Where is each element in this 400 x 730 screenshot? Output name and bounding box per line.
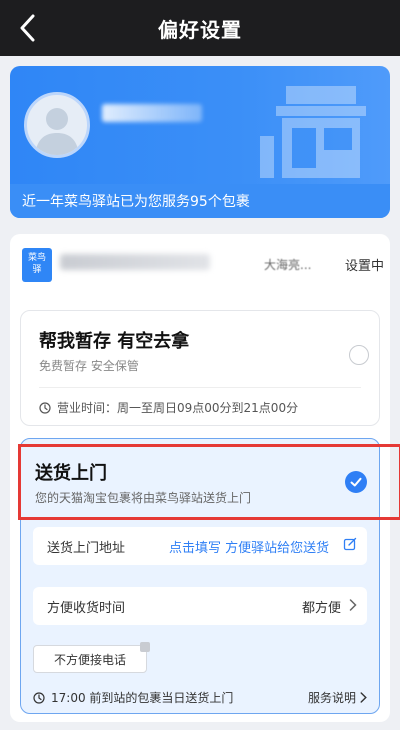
chip-label: 不方便接电话 <box>53 652 126 667</box>
phone-inconvenient-chip[interactable]: 不方便接电话 <box>33 642 150 673</box>
delivery-time-value: 都方便 <box>301 601 341 616</box>
chevron-left-icon <box>20 14 35 42</box>
clock-icon <box>39 401 51 414</box>
user-silhouette-icon <box>35 108 79 155</box>
station-logo-text: 菜鸟驿 <box>27 253 46 275</box>
business-hours: 营业时间：周一至周日09点00分到21点00分 <box>39 399 298 416</box>
radio-unselected[interactable] <box>349 345 369 365</box>
same-day-note-text: 17:00 前到站的包裹当日送货上门 <box>51 691 234 705</box>
station-address: 大海亮... <box>264 258 312 272</box>
station-name-redacted <box>60 254 210 270</box>
same-day-note: 17:00 前到站的包裹当日送货上门 <box>33 689 233 706</box>
fill-address-link[interactable]: 点击填写 方便驿站给您送货 <box>169 537 329 556</box>
edit-icon[interactable] <box>343 537 357 551</box>
radio-selected[interactable] <box>345 471 367 493</box>
field-label: 方便收货时间 <box>47 601 126 616</box>
page-title: 偏好设置 <box>158 17 242 42</box>
option-subtitle: 您的天猫淘宝包裹将由菜鸟驿站送货上门 <box>35 491 252 505</box>
username-redacted <box>102 104 202 122</box>
field-label: 送货上门地址 <box>47 541 126 556</box>
station-row[interactable]: 菜鸟驿 大海亮... 设置中 <box>10 234 390 292</box>
preference-card: 菜鸟驿 大海亮... 设置中 帮我暂存 有空去拿 免费暂存 安全保管 营业时间：… <box>10 234 390 722</box>
chevron-right-icon <box>349 599 357 611</box>
divider <box>39 387 361 388</box>
top-bar: 偏好设置 <box>0 0 400 56</box>
service-info-link[interactable]: 服务说明 <box>308 689 367 706</box>
station-building-icon <box>260 86 366 178</box>
station-setting-status: 设置中 <box>344 259 384 274</box>
check-icon <box>350 477 362 487</box>
service-summary-bar: 近一年菜鸟驿站已为您服务95个包裹 <box>10 184 390 218</box>
business-hours-text: 营业时间：周一至周日09点00分到21点00分 <box>57 401 299 415</box>
avatar[interactable] <box>24 92 90 158</box>
option-title: 帮我暂存 有空去拿 <box>39 331 190 352</box>
service-summary: 近一年菜鸟驿站已为您服务95个包裹 <box>22 194 250 210</box>
option-subtitle: 免费暂存 安全保管 <box>39 359 139 373</box>
station-logo: 菜鸟驿 <box>22 248 52 282</box>
service-info-label: 服务说明 <box>307 691 356 705</box>
clock-icon <box>33 691 45 704</box>
delivery-time-field[interactable]: 方便收货时间 都方便 <box>33 587 367 625</box>
chip-corner-mark <box>140 642 150 652</box>
option-self-pickup[interactable]: 帮我暂存 有空去拿 免费暂存 安全保管 营业时间：周一至周日09点00分到21点… <box>20 310 380 426</box>
delivery-footer: 17:00 前到站的包裹当日送货上门 服务说明 <box>33 687 367 707</box>
option-title: 送货上门 <box>35 463 107 484</box>
hero-banner: 近一年菜鸟驿站已为您服务95个包裹 <box>10 66 390 218</box>
back-button[interactable] <box>6 6 50 50</box>
option-home-delivery[interactable]: 送货上门 您的天猫淘宝包裹将由菜鸟驿站送货上门 送货上门地址 点击填写 方便驿站… <box>20 438 380 714</box>
delivery-address-field[interactable]: 送货上门地址 点击填写 方便驿站给您送货 <box>33 527 367 565</box>
chevron-right-icon <box>360 692 367 703</box>
